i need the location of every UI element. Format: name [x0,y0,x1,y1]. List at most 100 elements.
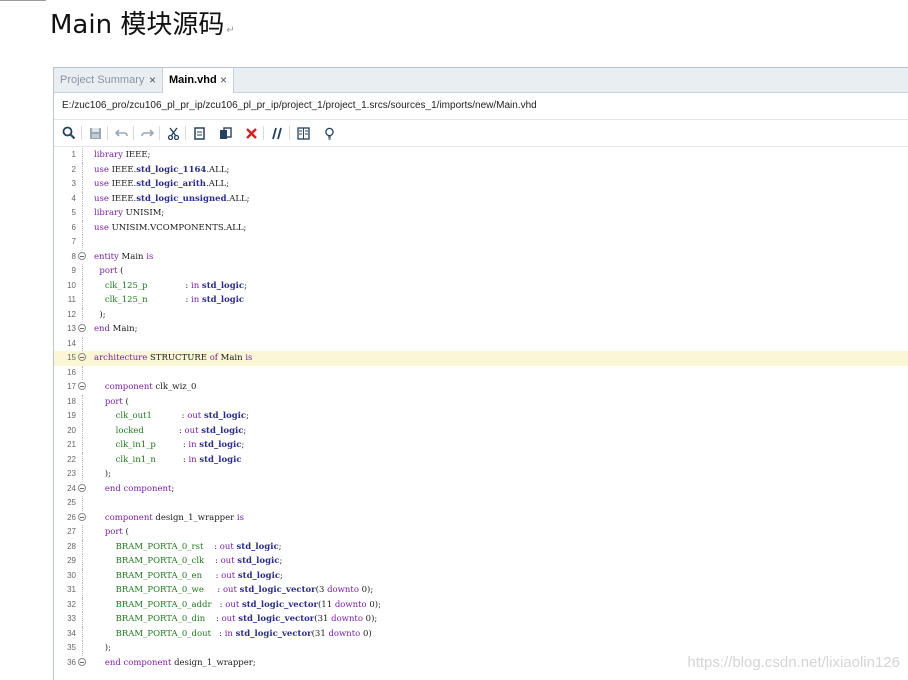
line-number: 4 [71,193,76,203]
close-icon[interactable]: × [149,68,156,92]
fold-toggle-icon[interactable] [78,483,86,492]
fold-toggle-icon[interactable] [78,512,86,521]
line-number: 32 [67,599,76,609]
code-line[interactable]: 1 library IEEE; [54,148,908,163]
line-number: 21 [67,440,76,449]
code-text: clk_out1 : out std_logic; [115,411,249,421]
search-icon[interactable] [60,124,78,142]
code-line[interactable]: 24 end component; [54,482,908,497]
code-line[interactable]: 12 ); [54,307,908,322]
line-number: 16 [67,367,76,377]
code-line[interactable]: 16 [54,365,908,380]
line-number: 23 [67,469,76,478]
code-editor-window: Project Summary × Main.vhd × E:/zuc106_p… [53,67,908,680]
code-line[interactable]: 9 port ( [54,264,908,279]
page-corner-mark [0,0,46,1]
columns-icon[interactable] [294,124,312,142]
toolbar-separator [107,126,108,140]
code-line[interactable]: 8 entity Main is [54,250,908,265]
code-line[interactable]: 3 use IEEE.std_logic_arith.ALL; [54,177,908,192]
code-line[interactable]: 21 clk_in1_p : in std_logic; [54,438,908,453]
copy-icon[interactable] [190,124,208,142]
code-line[interactable]: 18 port ( [54,394,908,409]
undo-icon[interactable] [112,124,130,142]
gutter-guide [82,264,83,279]
code-line[interactable]: 34 BRAM_PORTA_0_dout : in std_logic_vect… [54,626,908,641]
code-line[interactable]: 6 use UNISIM.VCOMPONENTS.ALL; [54,220,908,235]
code-line[interactable]: 25 [54,496,908,511]
tab-project-summary[interactable]: Project Summary × [54,68,162,92]
save-icon[interactable] [86,124,104,142]
code-line[interactable]: 26 component design_1_wrapper is [54,511,908,526]
code-text: BRAM_PORTA_0_dout : in std_logic_vector(… [115,628,372,639]
fold-toggle-icon[interactable] [78,324,86,332]
gutter-guide [82,206,83,221]
code-line[interactable]: 22 clk_in1_n : in std_logic [54,452,908,467]
code-area[interactable]: 1 library IEEE; 2 use IEEE.std_logic_1164.A… [54,148,908,680]
gutter-guide [82,423,83,438]
gutter-guide [82,409,83,424]
code-line[interactable]: 19 clk_out1 : out std_logic; [54,409,908,424]
code-line[interactable]: 23 ); [54,467,908,482]
cut-icon[interactable] [164,124,182,142]
gutter-guide [82,554,83,569]
line-number: 12 [67,309,76,319]
line-number: 18 [67,396,76,406]
line-number: 36 [67,657,76,667]
paste-icon[interactable] [216,124,234,142]
toolbar-separator [159,126,160,140]
line-number: 9 [71,266,76,275]
fold-toggle-icon[interactable] [78,353,86,361]
code-text: use IEEE.std_logic_arith.ALL; [94,179,229,189]
code-line[interactable]: 11 clk_125_n : in std_logic [54,293,908,308]
gutter-guide [82,365,83,380]
delete-icon[interactable] [242,124,260,142]
line-number: 28 [67,541,76,551]
code-text: BRAM_PORTA_0_rst : out std_logic; [115,541,282,552]
redo-icon[interactable] [138,124,156,142]
code-line[interactable]: 4 use IEEE.std_logic_unsigned.ALL; [54,191,908,206]
line-number: 1 [71,150,76,159]
line-number: 33 [67,614,76,623]
code-line[interactable]: 29 BRAM_PORTA_0_clk : out std_logic; [54,554,908,569]
line-number: 29 [67,556,76,565]
code-line[interactable]: 17 component clk_wiz_0 [54,380,908,395]
gutter-guide [82,177,83,192]
gutter-guide [82,293,83,308]
code-line[interactable]: 31 BRAM_PORTA_0_we : out std_logic_vecto… [54,583,908,598]
gutter-guide [82,336,83,351]
fold-toggle-icon[interactable] [78,382,86,390]
code-text: end Main; [94,324,138,334]
fold-toggle-icon[interactable] [78,251,86,260]
code-line[interactable]: 32 BRAM_PORTA_0_addr : out std_logic_vec… [54,597,908,612]
line-number: 14 [67,338,76,348]
tab-main-vhd[interactable]: Main.vhd × [162,68,234,93]
line-number: 34 [67,628,76,638]
code-line[interactable]: 28 BRAM_PORTA_0_rst : out std_logic; [54,539,908,554]
code-line[interactable]: 27 port ( [54,525,908,540]
code-line[interactable]: 2 use IEEE.std_logic_1164.ALL; [54,162,908,177]
lightbulb-icon[interactable] [320,124,338,142]
code-line[interactable]: 30 BRAM_PORTA_0_en : out std_logic; [54,568,908,583]
tab-label: Project Summary [60,74,145,86]
code-text: library IEEE; [94,150,151,160]
gutter-guide [82,626,83,641]
fold-toggle-icon[interactable] [78,657,86,666]
code-line[interactable]: 10 clk_125_p : in std_logic; [54,278,908,293]
line-number: 6 [71,222,76,232]
code-line[interactable]: 20 locked : out std_logic; [54,423,908,438]
line-number: 8 [71,251,76,261]
gutter-guide [82,641,83,656]
code-line[interactable]: 5 library UNISIM; [54,206,908,221]
gutter-guide [82,612,83,627]
close-icon[interactable]: × [220,68,227,92]
code-text: BRAM_PORTA_0_din : out std_logic_vector(… [115,614,378,624]
code-line[interactable]: 14 [54,336,908,351]
code-line[interactable]: 33 BRAM_PORTA_0_din : out std_logic_vect… [54,612,908,627]
line-number: 26 [67,512,76,522]
code-line[interactable]: 15 architecture STRUCTURE of Main is [54,351,908,366]
code-line[interactable]: 13 end Main; [54,322,908,337]
code-line[interactable]: 7 [54,235,908,250]
code-text: port ( [99,266,124,276]
comment-icon[interactable] [268,124,286,142]
